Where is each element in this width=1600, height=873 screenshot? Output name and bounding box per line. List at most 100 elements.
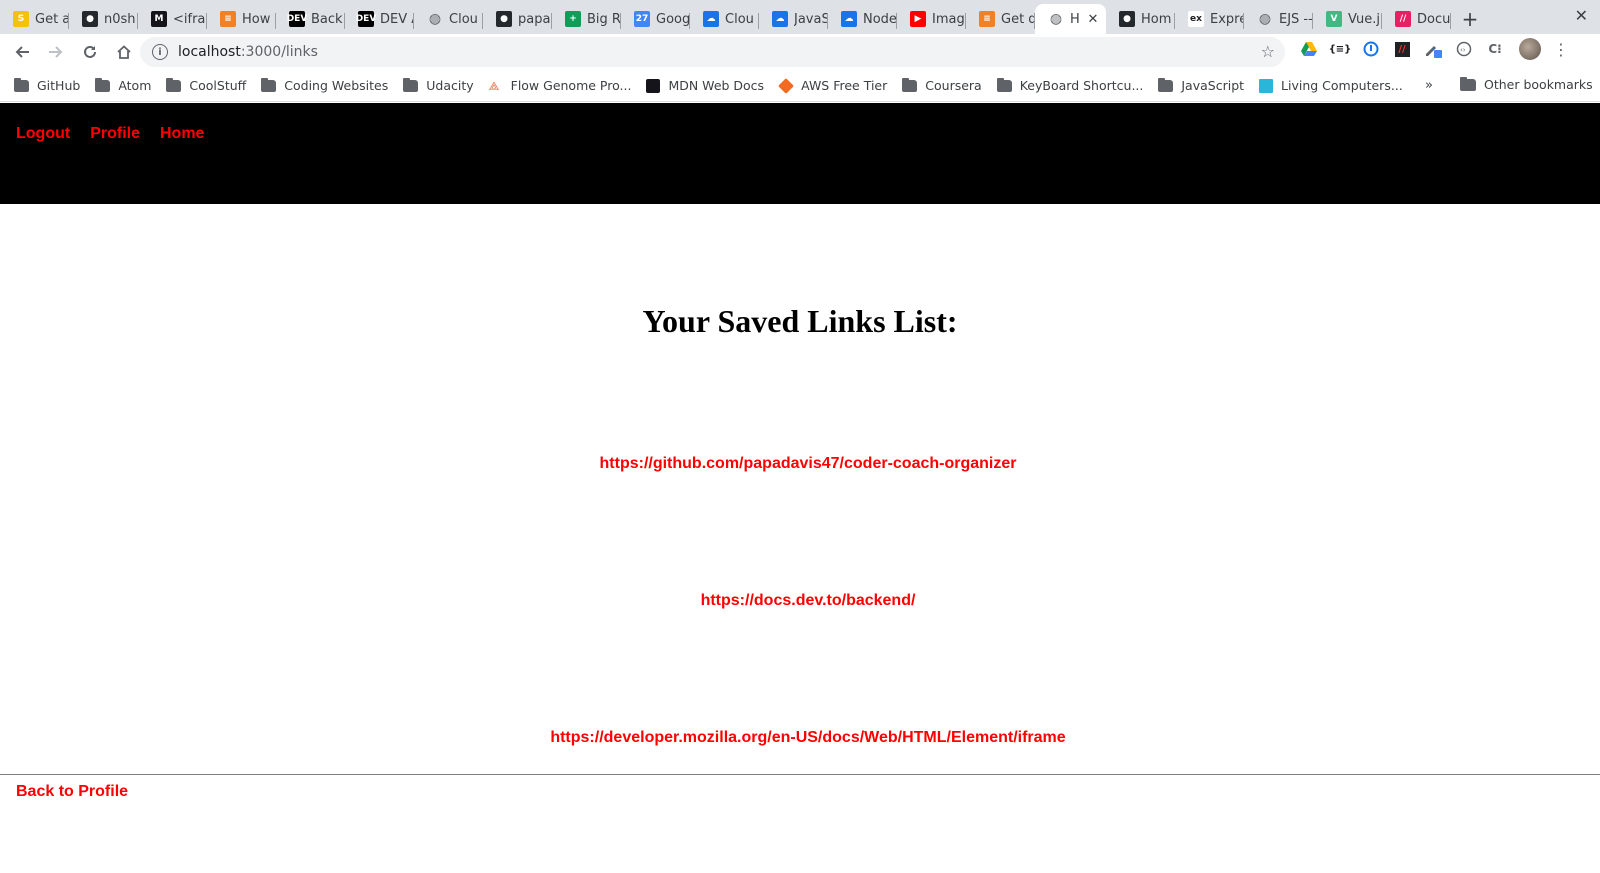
browser-tab[interactable]: ● papa xyxy=(483,4,552,34)
bookmark-item[interactable]: MDN Web Docs xyxy=(646,78,764,93)
bookmark-label: Coursera xyxy=(925,78,982,93)
site-info-icon[interactable]: i xyxy=(152,44,168,60)
browser-tab[interactable]: DEV Back xyxy=(276,4,345,34)
browser-tab[interactable]: ☁ Clou xyxy=(690,4,759,34)
other-bookmarks-label: Other bookmarks xyxy=(1484,77,1593,92)
browser-tab[interactable]: ex Expre xyxy=(1175,4,1244,34)
password-manager-icon[interactable] xyxy=(1360,38,1382,60)
bookmark-item[interactable]: GitHub xyxy=(14,77,80,93)
tab-title: How xyxy=(242,11,271,27)
docs-icon: // xyxy=(1395,11,1411,27)
home-button[interactable] xyxy=(108,36,140,68)
dev-icon: DEV xyxy=(356,11,376,27)
devtools-extension-icon[interactable]: ‹› xyxy=(1453,38,1475,60)
bookmark-item[interactable]: Udacity xyxy=(403,77,474,93)
site-navbar: Logout Profile Home xyxy=(0,103,1600,204)
bookmarks-bar: GitHub Atom CoolStuff Coding Websites Udacit… xyxy=(0,70,1600,102)
profile-avatar[interactable] xyxy=(1519,38,1541,60)
bookmarks-overflow-button[interactable]: » xyxy=(1425,78,1433,93)
mdn-icon xyxy=(646,78,661,93)
bookmark-label: MDN Web Docs xyxy=(668,78,765,93)
folder-icon xyxy=(403,77,419,92)
github-icon: ● xyxy=(82,11,98,27)
other-bookmarks-button[interactable]: Other bookmarks xyxy=(1460,76,1593,92)
new-tab-button[interactable]: + xyxy=(1455,4,1485,34)
bookmark-item[interactable]: KeyBoard Shortcu... xyxy=(996,77,1143,93)
nav-home-link[interactable]: Home xyxy=(160,125,204,204)
tab-title: Docu xyxy=(1417,11,1451,27)
browser-tab[interactable]: ● n0sh xyxy=(69,4,138,34)
flow-genome-icon: ⟁ xyxy=(488,78,500,93)
reload-button[interactable] xyxy=(74,36,106,68)
eyedropper-icon[interactable] xyxy=(1422,38,1444,60)
red-extension-icon[interactable]: // xyxy=(1391,38,1413,60)
browser-tab[interactable]: ◍ EJS -- xyxy=(1244,4,1313,34)
saved-link[interactable]: https://github.com/papadavis47/coder-coa… xyxy=(0,455,1600,592)
forward-button[interactable] xyxy=(40,36,72,68)
bookmark-item[interactable]: ⟁ Flow Genome Pro... xyxy=(489,78,632,93)
browser-tab[interactable]: ◍ Clou xyxy=(414,4,483,34)
bookmark-item[interactable]: AWS Free Tier xyxy=(778,77,888,94)
nav-profile-link[interactable]: Profile xyxy=(90,125,140,204)
bookmark-label: AWS Free Tier xyxy=(801,78,888,93)
browser-tab[interactable]: M <ifram xyxy=(138,4,207,34)
address-bar[interactable]: i localhost:3000/links ☆ xyxy=(140,37,1285,67)
google-drive-icon[interactable] xyxy=(1298,38,1320,60)
tab-list: SGet a●n0shM<ifram ≡ How DEVBackDEVDEV A◍Cl… xyxy=(0,4,1451,34)
tab-title: Clou xyxy=(449,11,478,27)
cloud-icon: ☁ xyxy=(703,11,719,27)
youtube-icon: ▶ xyxy=(910,11,926,27)
browser-tab[interactable]: ☁ JavaS xyxy=(759,4,828,34)
browser-tab[interactable]: S Get a xyxy=(0,4,69,34)
json-formatter-icon[interactable]: {≡} xyxy=(1329,38,1352,60)
window-close-icon[interactable]: ✕ xyxy=(1575,6,1588,25)
saved-link[interactable]: https://developer.mozilla.org/en-US/docs… xyxy=(0,729,1600,866)
browser-toolbar: i localhost:3000/links ☆ {≡} // ‹› C⁝ ⋮ xyxy=(0,34,1600,70)
bookmark-item[interactable]: JavaScript xyxy=(1158,77,1244,93)
tab-title: H xyxy=(1070,11,1080,27)
tab-active[interactable]: ◍ H ✕ xyxy=(1035,4,1106,34)
bookmark-item[interactable]: CoolStuff xyxy=(166,77,247,93)
tab-title: Get d xyxy=(1001,11,1035,27)
browser-tab[interactable]: + Big R xyxy=(552,4,621,34)
aws-icon xyxy=(778,77,794,94)
browser-tab[interactable]: 27 Goog xyxy=(621,4,690,34)
browser-tab[interactable]: // Docu xyxy=(1382,4,1451,34)
tab-title: papa xyxy=(518,11,551,27)
bookmark-star-icon[interactable]: ☆ xyxy=(1261,42,1275,61)
back-to-profile-link[interactable]: Back to Profile xyxy=(16,783,128,801)
folder-icon xyxy=(902,77,918,92)
browser-tab[interactable]: DEVDEV A xyxy=(345,4,414,34)
browser-tab[interactable]: ☁ Node xyxy=(828,4,897,34)
github-icon: ● xyxy=(496,11,512,27)
close-tab-icon[interactable]: ✕ xyxy=(1086,12,1100,27)
bookmark-item[interactable]: Atom xyxy=(95,77,151,93)
css-extension-icon[interactable]: C⁝ xyxy=(1484,38,1506,60)
web-page: Logout Profile Home Your Saved Links Lis… xyxy=(0,103,1600,873)
calendar-icon: 27 xyxy=(634,11,650,27)
bookmark-item[interactable]: Living Computers... xyxy=(1259,78,1403,93)
nav-logout-link[interactable]: Logout xyxy=(16,125,70,204)
browser-tab[interactable]: ▶ Imag xyxy=(897,4,966,34)
vue-icon: V xyxy=(1326,11,1342,27)
living-computers-icon xyxy=(1259,78,1274,93)
bookmark-item[interactable]: Coding Websites xyxy=(261,77,388,93)
mdn-icon: M xyxy=(151,11,167,27)
bookmark-label: CoolStuff xyxy=(189,78,247,93)
saved-link[interactable]: https://docs.dev.to/backend/ xyxy=(0,592,1600,729)
saved-links-list: https://github.com/papadavis47/coder-coa… xyxy=(0,455,1600,866)
cloud-icon: ☁ xyxy=(772,11,788,27)
browser-tab[interactable]: V Vue.j xyxy=(1313,4,1382,34)
s-yellow-icon: S xyxy=(13,11,29,27)
sheets-icon: + xyxy=(565,11,581,27)
back-button[interactable] xyxy=(6,36,38,68)
browser-tab[interactable]: ● Hom xyxy=(1106,4,1175,34)
browser-tab[interactable]: ≡ How xyxy=(207,4,276,34)
browser-menu-icon[interactable]: ⋮ xyxy=(1553,40,1569,59)
browser-tab[interactable]: ≡ Get d xyxy=(966,4,1035,34)
stackoverflow-icon: ≡ xyxy=(220,11,236,27)
folder-icon xyxy=(1460,76,1476,91)
reload-icon xyxy=(84,45,96,58)
dev-icon: DEV xyxy=(287,11,307,27)
bookmark-item[interactable]: Coursera xyxy=(902,77,982,93)
